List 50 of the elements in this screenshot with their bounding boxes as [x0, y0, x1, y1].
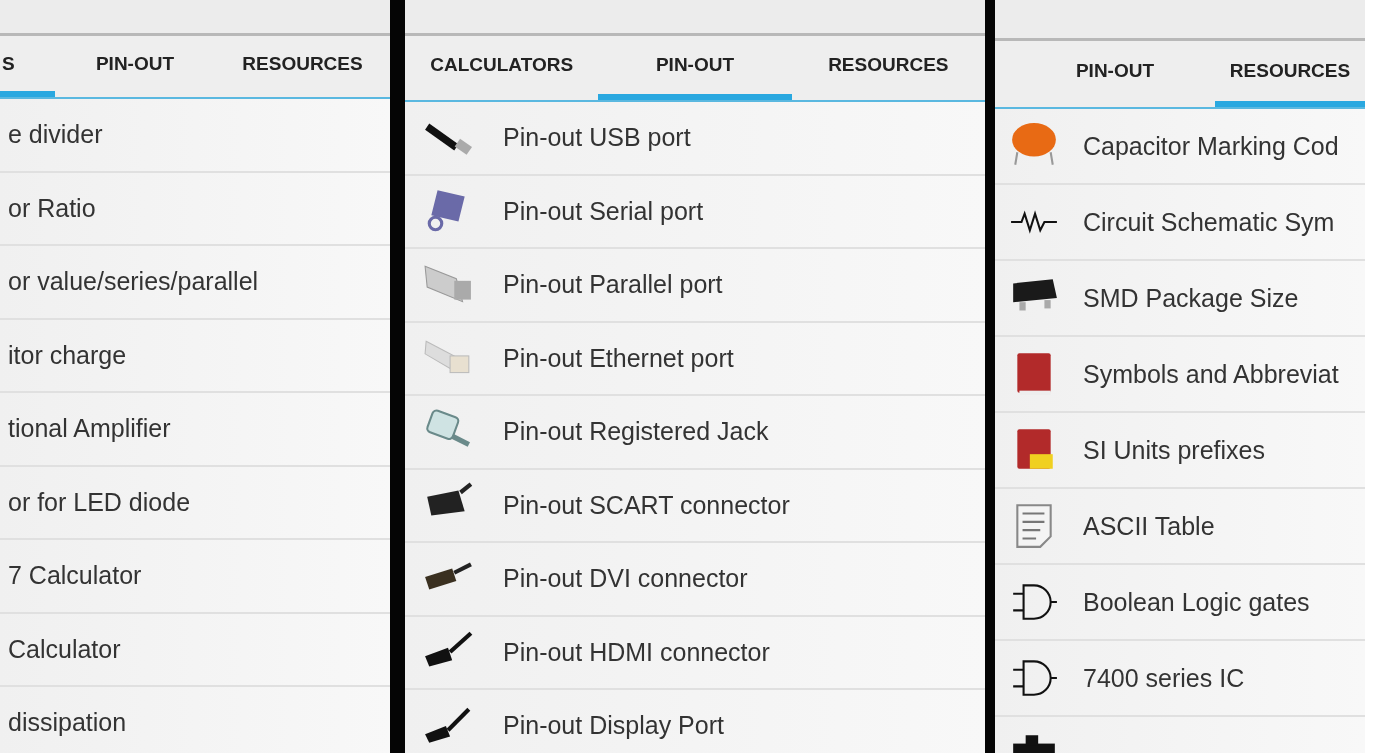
- tab[interactable]: RESOURCES: [215, 36, 390, 97]
- list-item[interactable]: Boolean Logic gates: [995, 565, 1365, 641]
- tab[interactable]: PIN-OUT: [598, 36, 792, 100]
- tab[interactable]: CALCULATORS: [405, 36, 599, 100]
- item-label: Pin-out HDMI connector: [503, 637, 770, 667]
- list-item[interactable]: Capacitor Marking Cod: [995, 109, 1365, 185]
- list-item[interactable]: Circuit Schematic Sym: [995, 185, 1365, 261]
- tab[interactable]: PIN-OUT: [995, 41, 1215, 107]
- item-label: Calculator: [8, 634, 121, 664]
- item-label: Pin-out DVI connector: [503, 564, 748, 594]
- item-label: Pin-out Registered Jack: [503, 417, 769, 447]
- list-item[interactable]: SI Units prefixes: [995, 413, 1365, 489]
- item-label: Boolean Logic gates: [1083, 587, 1310, 617]
- list-item[interactable]: Pin-out HDMI connector: [405, 616, 985, 690]
- list-item[interactable]: Pin-out SCART connector: [405, 469, 985, 543]
- item-label: ASCII Table: [1083, 511, 1215, 541]
- list-item[interactable]: Pin-out Ethernet port: [405, 322, 985, 396]
- item-label: Pin-out Ethernet port: [503, 343, 734, 373]
- item-label: Pin-out Parallel port: [503, 270, 723, 300]
- list-item[interactable]: Pin-out USB port: [405, 102, 985, 176]
- item-label: Pin-out USB port: [503, 123, 691, 153]
- item-label: or for LED diode: [8, 487, 191, 517]
- tab[interactable]: RESOURCES: [791, 36, 985, 100]
- item-label: Symbols and Abbreviat: [1083, 359, 1339, 389]
- list-item[interactable]: SMD Package Size: [995, 261, 1365, 337]
- item-label: e divider: [8, 120, 103, 150]
- item-label: 7 Calculator: [8, 561, 142, 591]
- item-label: Pin-out SCART connector: [503, 490, 790, 520]
- item-label: 7400 series IC: [1083, 663, 1245, 693]
- tab[interactable]: RESOURCES: [1215, 41, 1365, 107]
- item-label: Pin-out Serial port: [503, 196, 704, 226]
- tab[interactable]: PIN-OUT: [55, 36, 215, 97]
- item-label: SI Units prefixes: [1083, 435, 1265, 465]
- list-item[interactable]: 7400 series IC: [995, 641, 1365, 717]
- item-label: Pin-out Display Port: [503, 711, 724, 741]
- tab[interactable]: S: [0, 36, 55, 97]
- item-label: Capacitor Marking Cod: [1083, 131, 1339, 161]
- item-label: dissipation: [8, 708, 127, 738]
- list-item[interactable]: Pin-out Registered Jack: [405, 396, 985, 470]
- list-item[interactable]: Symbols and Abbreviat: [995, 337, 1365, 413]
- item-label: or Ratio: [8, 193, 96, 223]
- item-label: itor charge: [8, 340, 127, 370]
- list-item[interactable]: Pin-out Parallel port: [405, 249, 985, 323]
- item-label: or value/series/parallel: [8, 267, 259, 297]
- item-label: tional Amplifier: [8, 414, 171, 444]
- list-item[interactable]: Pin-out Serial port: [405, 175, 985, 249]
- item-label: Circuit Schematic Sym: [1083, 207, 1335, 237]
- item-label: SMD Package Size: [1083, 283, 1299, 313]
- list-item[interactable]: ASCII Table: [995, 489, 1365, 565]
- list-item[interactable]: Pin-out DVI connector: [405, 543, 985, 617]
